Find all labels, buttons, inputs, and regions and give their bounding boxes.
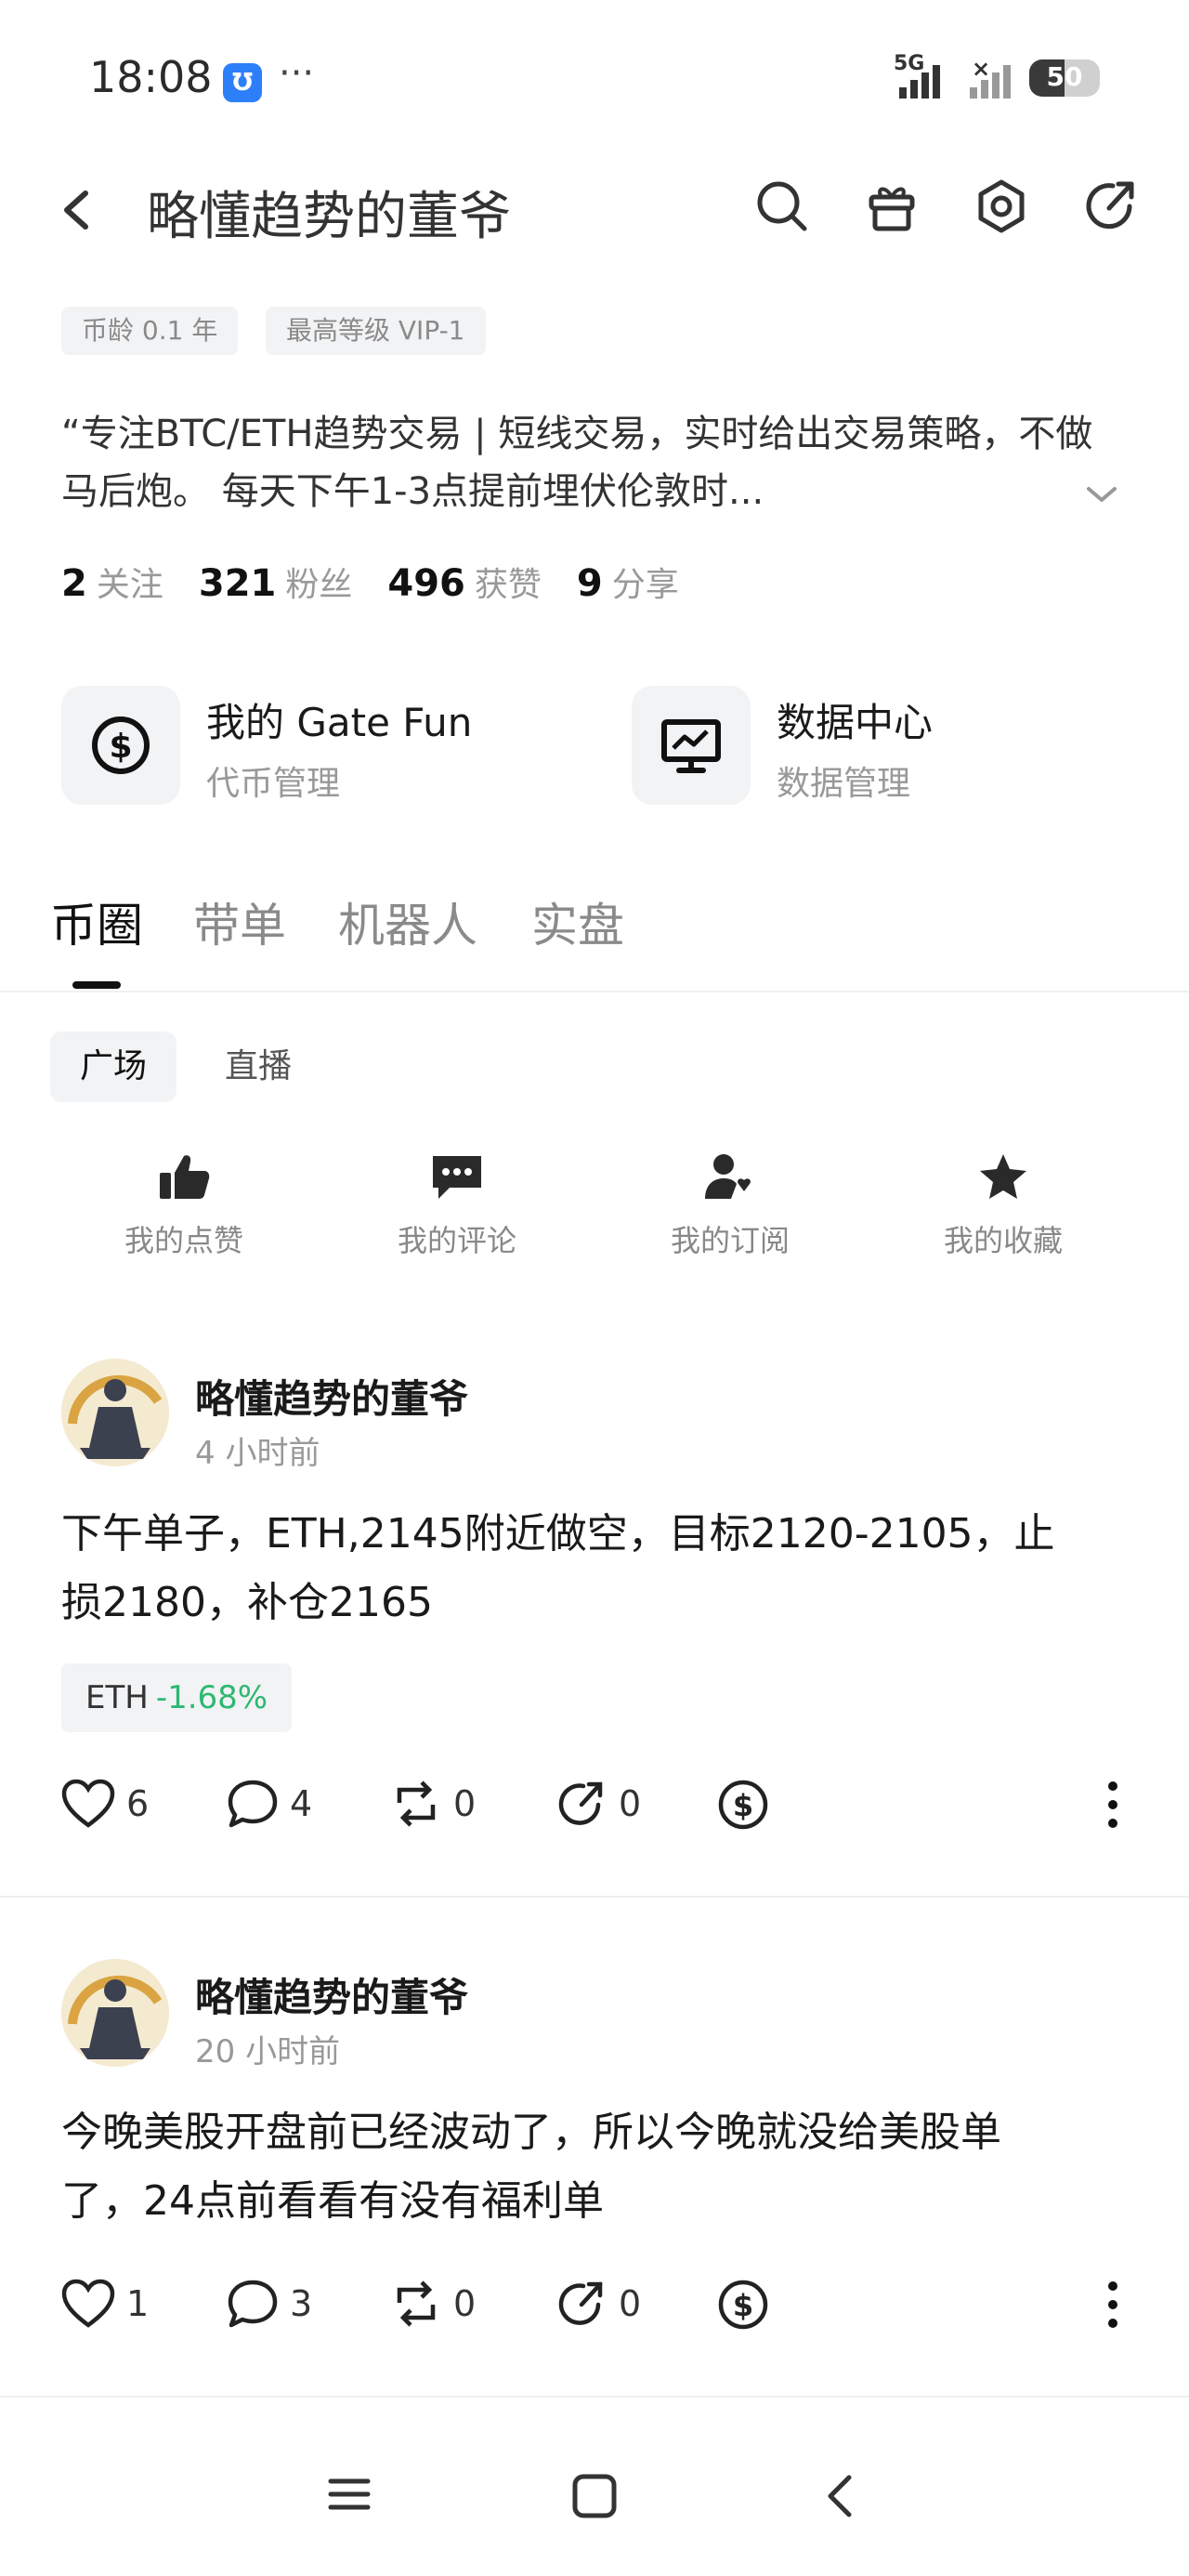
post-time: 4 小时前 xyxy=(195,1435,320,1472)
stat-likes[interactable]: 496 获赞 xyxy=(387,558,542,606)
my-subscriptions-button[interactable]: 我的订阅 xyxy=(637,1152,823,1260)
post-divider xyxy=(0,2396,1189,2398)
gift-icon[interactable] xyxy=(862,177,921,236)
my-likes-button[interactable]: 我的点赞 xyxy=(91,1152,277,1260)
settings-icon[interactable] xyxy=(972,177,1031,236)
post-body: 下午单子，ETH,2145附近做空，目标2120-2105，止 损2180，补仓… xyxy=(61,1510,1055,1626)
repost-button[interactable]: 0 xyxy=(390,2279,476,2329)
stat-shares[interactable]: 9 分享 xyxy=(577,558,679,606)
heart-icon xyxy=(61,1779,115,1828)
share-post-button[interactable]: 0 xyxy=(555,1779,641,1829)
stat-followers[interactable]: 321 粉丝 xyxy=(199,558,353,606)
status-time: 18:08 xyxy=(89,52,213,102)
coin-age-tag: 币龄 0.1 年 xyxy=(61,307,239,355)
subtab-square[interactable]: 广场 xyxy=(50,1032,177,1102)
heart-icon xyxy=(61,2279,115,2328)
tab-bots[interactable]: 机器人 xyxy=(338,888,477,955)
comment-button[interactable]: 4 xyxy=(227,1779,312,1829)
tab-coin-circle[interactable]: 币圈 xyxy=(50,888,143,955)
my-comments-button[interactable]: 我的评论 xyxy=(364,1152,550,1260)
chart-monitor-icon xyxy=(661,719,721,773)
page-title: 略懂趋势的董爷 xyxy=(147,187,511,247)
tab-copy-trading[interactable]: 带单 xyxy=(193,888,286,955)
svg-text:×: × xyxy=(972,59,990,82)
comment-button[interactable]: 3 xyxy=(227,2279,312,2329)
share-icon[interactable] xyxy=(1081,177,1141,236)
tip-icon[interactable]: $ xyxy=(717,2279,769,2331)
vip-level-tag: 最高等级 VIP-1 xyxy=(266,307,486,355)
share-post-button[interactable]: 0 xyxy=(555,2279,641,2329)
tabs-divider xyxy=(0,991,1189,992)
data-center-title[interactable]: 数据中心 xyxy=(777,691,933,748)
chevron-down-icon[interactable] xyxy=(1083,476,1120,513)
share-icon xyxy=(558,2281,603,2325)
gate-fun-card[interactable]: $ xyxy=(61,686,180,805)
subtab-live[interactable]: 直播 xyxy=(195,1032,321,1102)
stat-following[interactable]: 2 关注 xyxy=(61,558,163,606)
battery-icon: 50 xyxy=(1029,59,1100,97)
app-badge-icon: Ʊ xyxy=(223,63,262,102)
svg-text:$: $ xyxy=(109,728,132,766)
post-author[interactable]: 略懂趋势的董爷 xyxy=(195,1368,468,1425)
avatar[interactable] xyxy=(61,1959,169,2067)
dollar-circle-icon: $ xyxy=(92,716,150,774)
svg-text:$: $ xyxy=(733,2288,753,2323)
avatar[interactable] xyxy=(61,1359,169,1466)
comment-bubble-icon xyxy=(228,1780,278,1828)
my-favorites-button[interactable]: 我的收藏 xyxy=(910,1152,1096,1260)
coin-tag-eth[interactable]: ETH -1.68% xyxy=(61,1663,293,1732)
repost-button[interactable]: 0 xyxy=(390,1779,476,1829)
data-center-card[interactable] xyxy=(632,686,751,805)
post-body: 今晚美股开盘前已经波动了，所以今晚就没给美股单 了，24点前看看有没有福利单 xyxy=(61,2109,1001,2225)
comment-bubble-icon xyxy=(228,2280,278,2328)
nav-back-icon[interactable] xyxy=(821,2472,858,2520)
like-button[interactable]: 1 xyxy=(61,2279,149,2329)
post-author[interactable]: 略懂趋势的董爷 xyxy=(195,1966,468,2023)
data-center-subtitle: 数据管理 xyxy=(777,765,911,803)
repost-icon xyxy=(397,1781,436,1827)
repost-icon xyxy=(397,2280,436,2327)
share-icon xyxy=(558,1781,603,1825)
like-button[interactable]: 6 xyxy=(61,1779,149,1829)
more-icon[interactable] xyxy=(1102,2279,1124,2331)
menu-icon[interactable] xyxy=(327,2472,372,2517)
star-icon xyxy=(980,1154,1026,1199)
back-icon[interactable] xyxy=(56,180,97,240)
gate-fun-title[interactable]: 我的 Gate Fun xyxy=(206,691,472,748)
comment-icon xyxy=(433,1156,481,1199)
thumbs-up-icon xyxy=(160,1155,210,1199)
profile-bio: “专注BTC/ETH趋势交易 | 短线交易，实时给出交易策略，不做马后炮。 每天… xyxy=(61,413,1093,513)
search-icon[interactable] xyxy=(752,177,812,236)
tab-live-account[interactable]: 实盘 xyxy=(531,888,624,955)
subscribe-user-icon xyxy=(705,1154,751,1199)
signal-icon: × xyxy=(899,59,1011,99)
more-icon[interactable] xyxy=(1102,1779,1124,1831)
tab-indicator xyxy=(72,981,121,989)
gate-fun-subtitle: 代币管理 xyxy=(206,765,341,803)
post-divider xyxy=(0,1896,1189,1898)
status-more-icon: ··· xyxy=(279,52,315,95)
svg-text:$: $ xyxy=(733,1788,753,1823)
profile-stats: 2 关注 321 粉丝 496 获赞 9 分享 xyxy=(61,558,679,606)
post-time: 20 小时前 xyxy=(195,2033,341,2070)
tip-icon[interactable]: $ xyxy=(717,1779,769,1831)
home-icon[interactable] xyxy=(570,2472,619,2520)
